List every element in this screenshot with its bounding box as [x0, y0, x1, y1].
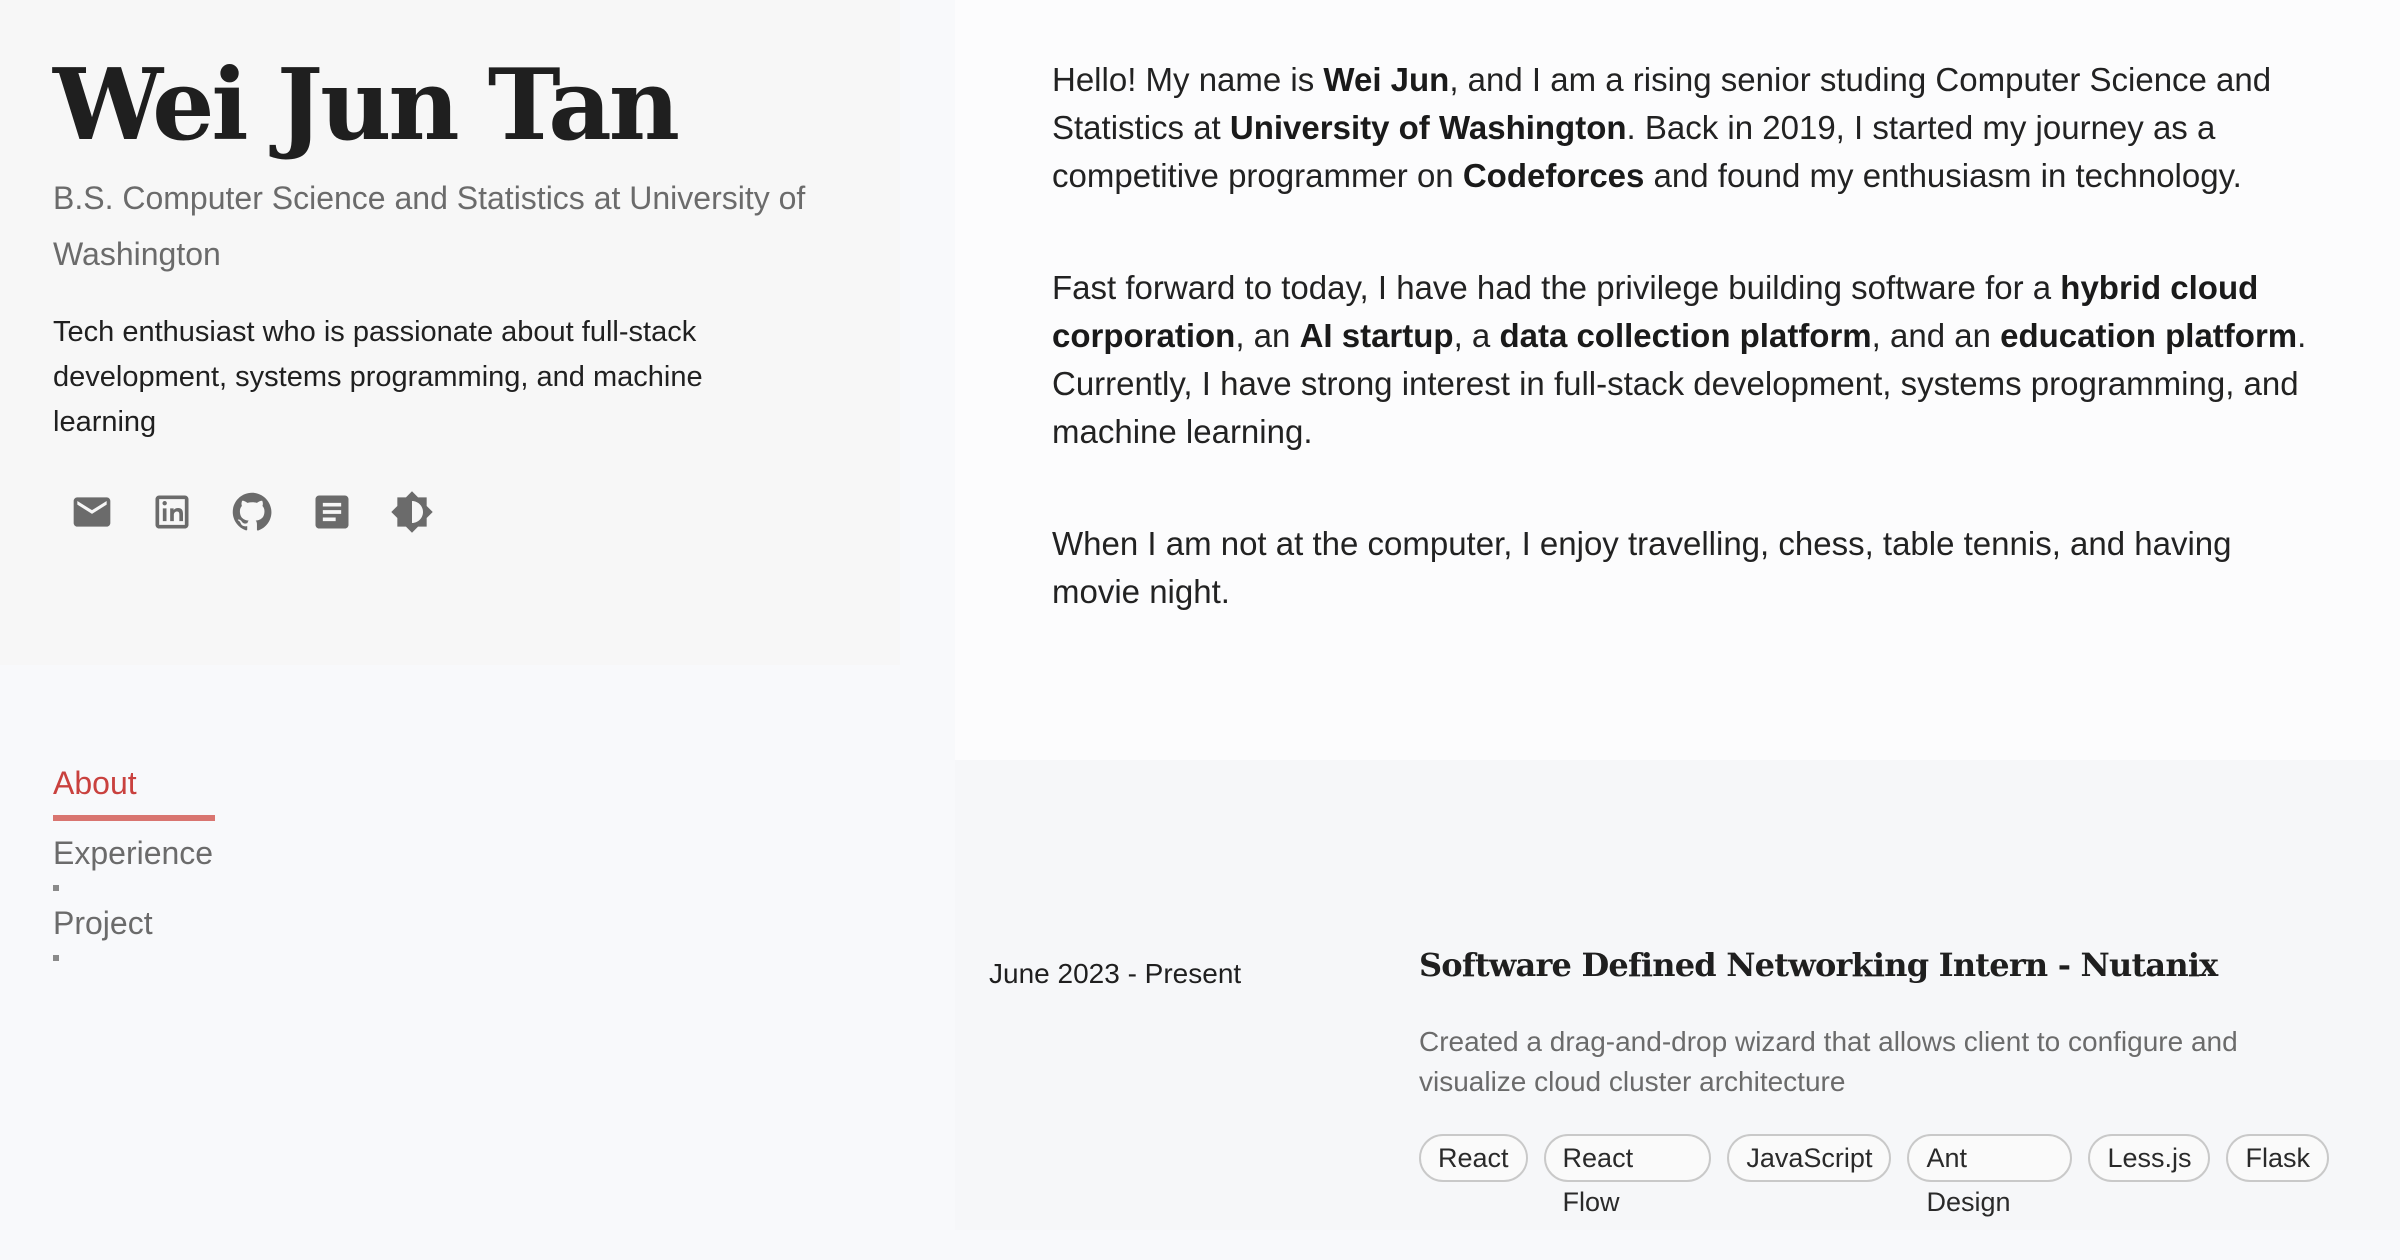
nav-item-about[interactable]: About: [53, 765, 215, 835]
nav-item-experience[interactable]: Experience: [53, 835, 213, 905]
profile-name: Wei Jun Tan: [53, 48, 680, 163]
nav-indicator: [53, 955, 59, 961]
body-text: , a: [1453, 317, 1500, 354]
highlight-text: Codeforces: [1462, 157, 1645, 194]
body-text: Hello! My name is: [1052, 61, 1324, 98]
body-text: When I am not at the computer, I enjoy t…: [1052, 525, 2232, 610]
highlight-text: University of Washington: [1229, 109, 1627, 146]
nav-item-label: Experience: [53, 835, 214, 871]
linkedin-icon[interactable]: [150, 490, 194, 534]
body-text: , and an: [1871, 317, 2001, 354]
tech-tag: JavaScript: [1727, 1134, 1892, 1182]
body-text: Fast forward to today, I have had the pr…: [1052, 269, 2061, 306]
about-paragraph: When I am not at the computer, I enjoy t…: [1052, 520, 2312, 616]
tech-tag: React Flow: [1543, 1134, 1712, 1217]
tech-tag: Ant Design: [1907, 1134, 2073, 1217]
document-icon[interactable]: [310, 490, 354, 534]
tech-tags: React React Flow JavaScript Ant Design L…: [1419, 1134, 2329, 1217]
section-nav: About Experience Project: [53, 765, 215, 975]
highlight-text: data collection platform: [1499, 317, 1872, 354]
github-icon[interactable]: [230, 490, 274, 534]
profile-tagline: Tech enthusiast who is passionate about …: [53, 316, 703, 438]
about-paragraph: Hello! My name is Wei Jun, and I am a ri…: [1052, 56, 2312, 200]
about-section: Hello! My name is Wei Jun, and I am a ri…: [1052, 56, 2312, 680]
nav-indicator: [53, 815, 215, 821]
body-text: and found my enthusiasm in technology.: [1644, 157, 2242, 194]
nav-item-label: About: [53, 765, 137, 801]
highlight-text: education platform: [2000, 317, 2298, 354]
experience-date: June 2023 - Present: [989, 958, 1242, 989]
tech-tag: Flask: [2226, 1134, 2329, 1182]
experience-title[interactable]: Software Defined Networking Intern - Nut…: [1419, 946, 2218, 984]
tech-tag: React: [1419, 1134, 1528, 1182]
mail-icon[interactable]: [70, 490, 114, 534]
experience-description: Created a drag-and-drop wizard that allo…: [1419, 1026, 2238, 1097]
social-links: [70, 490, 434, 534]
highlight-text: Wei Jun: [1323, 61, 1450, 98]
body-text: , an: [1235, 317, 1300, 354]
nav-item-label: Project: [53, 905, 153, 941]
nav-item-project[interactable]: Project: [53, 905, 213, 975]
about-paragraph: Fast forward to today, I have had the pr…: [1052, 264, 2312, 456]
highlight-text: AI startup: [1299, 317, 1454, 354]
nav-indicator: [53, 885, 59, 891]
profile-degree: B.S. Computer Science and Statistics at …: [53, 180, 806, 272]
brightness-icon[interactable]: [390, 490, 434, 534]
tech-tag: Less.js: [2088, 1134, 2211, 1182]
